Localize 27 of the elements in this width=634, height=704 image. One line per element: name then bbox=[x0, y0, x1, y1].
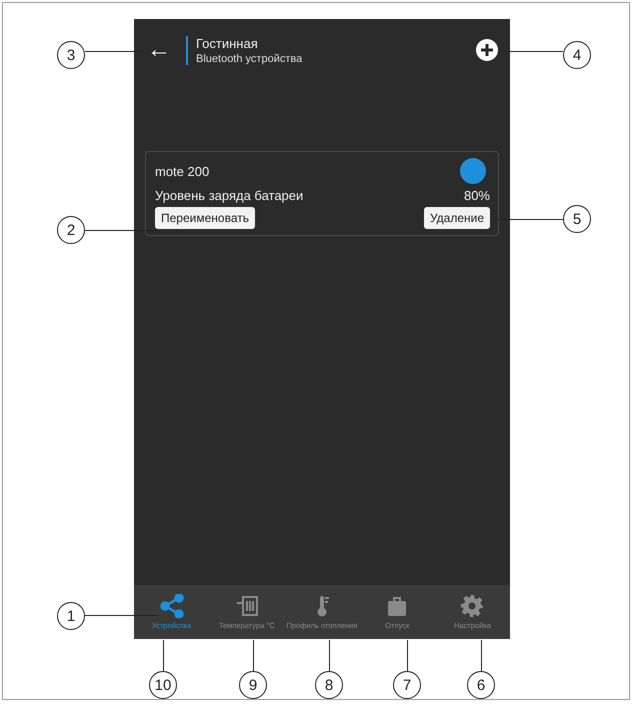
callout-number: 9 bbox=[239, 671, 267, 699]
radiator-icon bbox=[234, 594, 259, 618]
leader-line bbox=[253, 640, 254, 671]
callout-number: 4 bbox=[563, 41, 591, 69]
device-name: mote 200 bbox=[155, 164, 210, 178]
share-icon bbox=[160, 594, 184, 618]
settings-icon bbox=[460, 594, 484, 618]
back-button[interactable]: ← bbox=[144, 36, 174, 64]
callout-number: 5 bbox=[563, 205, 591, 233]
callout-number: 6 bbox=[467, 671, 495, 699]
leader-line bbox=[481, 640, 482, 671]
callout-number: 8 bbox=[315, 671, 343, 699]
callout-number: 3 bbox=[57, 41, 85, 69]
room-title: Гостинная bbox=[196, 36, 259, 50]
callout-number: 7 bbox=[393, 671, 421, 699]
callout-number: 10 bbox=[149, 671, 177, 699]
screen-subtitle: Bluetooth устройства bbox=[196, 52, 304, 64]
rename-button[interactable]: Переименовать bbox=[155, 207, 255, 229]
leader-line bbox=[329, 640, 330, 671]
delete-button[interactable]: Удаление bbox=[424, 207, 490, 229]
leader-line bbox=[407, 640, 408, 671]
battery-value: 80% bbox=[464, 188, 490, 203]
battery-label: Уровень заряда батареи bbox=[155, 188, 304, 203]
add-button[interactable] bbox=[476, 39, 498, 61]
callout-number: 2 bbox=[57, 216, 85, 244]
callout-number: 1 bbox=[57, 602, 85, 630]
leader-line bbox=[163, 640, 164, 671]
